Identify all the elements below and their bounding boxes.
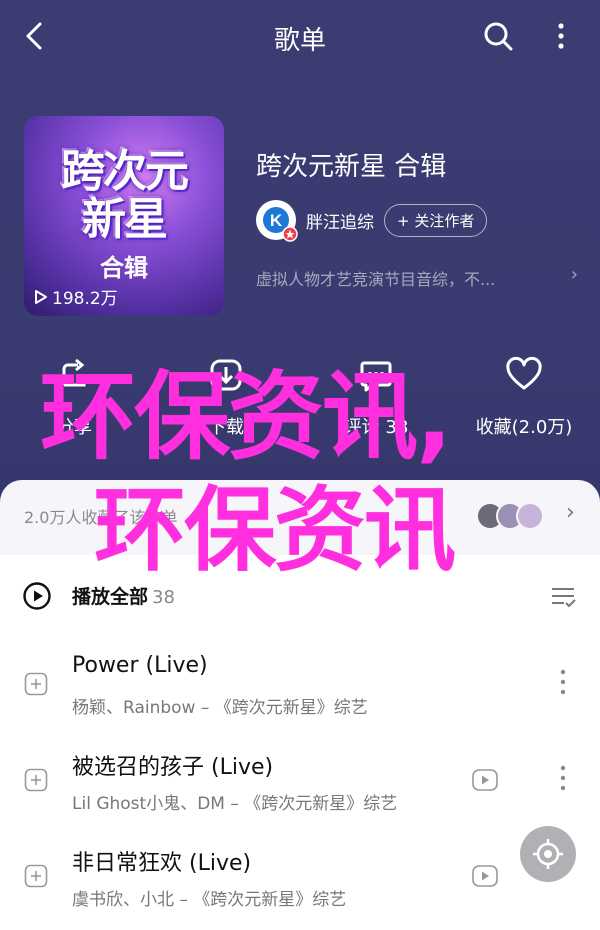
song-subtitle: 虞书欣、小北 – 《跨次元新星》综艺 [72, 890, 347, 910]
download-label: 下载 [208, 417, 244, 438]
author-name[interactable]: 胖汪追综 [306, 208, 374, 233]
favorite-button[interactable]: 收藏(2.0万) [464, 355, 584, 439]
play-count: 198.2万 [34, 284, 118, 309]
album-description[interactable]: 虚拟人物才艺竞演节目音综，不... › [256, 266, 578, 290]
mv-play-icon[interactable] [472, 769, 498, 791]
action-bar: 分享 下载 评论 38 收藏(2.0万) [0, 355, 600, 445]
cover-title: 跨次元新星 [61, 146, 189, 245]
play-triangle-icon [35, 289, 47, 304]
author-row[interactable]: K 胖汪追综 + 关注作者 [256, 200, 488, 242]
chevron-right-icon: › [570, 266, 578, 285]
collector-avatars [476, 502, 544, 530]
share-button[interactable]: 分享 [14, 355, 134, 439]
album-cover[interactable]: 跨次元新星 合辑 198.2万 [24, 116, 224, 316]
nav-bar: 歌单 [0, 0, 600, 72]
play-circle-icon[interactable] [22, 581, 52, 611]
song-title: 被选召的孩子 (Live) [72, 755, 274, 780]
cover-subtitle: 合辑 [100, 254, 148, 282]
locate-icon [533, 839, 563, 869]
song-count: 38 [152, 587, 175, 608]
heart-icon [506, 356, 542, 390]
album-title: 跨次元新星 合辑 [256, 152, 447, 182]
author-avatar[interactable]: K [256, 200, 298, 242]
comment-button[interactable]: 评论 38 [316, 355, 436, 439]
playlist-header: 歌单 跨次元新星 合辑 198.2万 跨次元新星 合辑 K 胖汪追综 + 关注作… [0, 0, 600, 555]
song-row[interactable]: 被选召的孩子 (Live) Lil Ghost小鬼、DM – 《跨次元新星》综艺 [0, 733, 600, 829]
chevron-right-icon: › [566, 500, 575, 525]
add-icon[interactable] [24, 672, 48, 696]
add-icon[interactable] [24, 864, 48, 888]
play-all-label[interactable]: 播放全部 38 [72, 582, 175, 609]
comment-label: 评论 38 [343, 417, 409, 438]
song-subtitle: Lil Ghost小鬼、DM – 《跨次元新星》综艺 [72, 794, 398, 814]
song-title: 非日常狂欢 (Live) [72, 851, 252, 876]
play-all-text: 播放全部 [72, 586, 149, 608]
follow-author-button[interactable]: + 关注作者 [384, 203, 488, 237]
locate-current-song-button[interactable] [520, 826, 576, 882]
share-label: 分享 [56, 417, 92, 438]
play-count-text: 198.2万 [52, 289, 118, 309]
svg-text:K: K [270, 211, 283, 230]
song-subtitle: 杨颖、Rainbow – 《跨次元新星》综艺 [72, 698, 368, 718]
search-icon[interactable] [480, 18, 516, 54]
more-options-icon[interactable] [556, 667, 570, 697]
song-title: Power (Live) [72, 653, 208, 678]
download-icon [210, 359, 242, 391]
song-row[interactable]: Power (Live) 杨颖、Rainbow – 《跨次元新星》综艺 [0, 637, 600, 733]
share-icon [62, 358, 86, 387]
song-row[interactable]: 非日常狂欢 (Live) 虞书欣、小北 – 《跨次元新星》综艺 [0, 829, 600, 925]
comment-icon [360, 361, 392, 392]
more-icon[interactable] [546, 18, 576, 54]
download-button[interactable]: 下载 [166, 355, 286, 439]
favorite-label: 收藏(2.0万) [475, 417, 573, 438]
collectors-bar[interactable]: 2.0万人收藏了该歌单 › [0, 480, 600, 555]
multi-select-icon[interactable] [548, 581, 578, 611]
description-text: 虚拟人物才艺竞演节目音综，不... [256, 270, 496, 289]
play-all-row[interactable]: 播放全部 38 [0, 555, 600, 635]
verified-badge-icon [282, 226, 298, 242]
song-list: 播放全部 38 Power (Live) 杨颖、Rainbow – 《跨次元新星》… [0, 555, 600, 930]
more-options-icon[interactable] [556, 763, 570, 793]
add-icon[interactable] [24, 768, 48, 792]
collectors-text: 2.0万人收藏了该歌单 [24, 508, 178, 527]
mv-play-icon[interactable] [472, 865, 498, 887]
avatar [516, 502, 544, 530]
